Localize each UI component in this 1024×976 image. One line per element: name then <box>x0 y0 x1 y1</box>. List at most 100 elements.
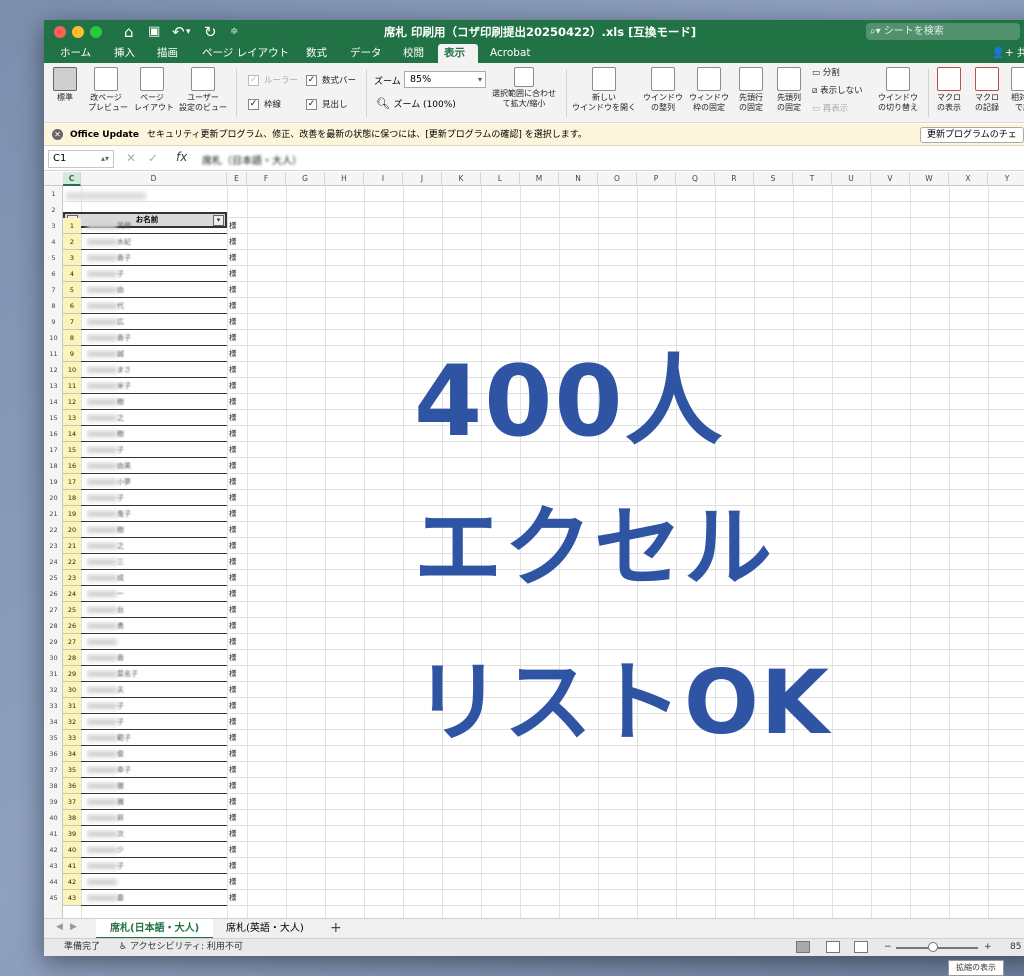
row-header-8[interactable]: 8 <box>44 298 63 314</box>
relative-references-button[interactable]: 相対でで記 <box>1006 67 1024 113</box>
tab-data[interactable]: データ <box>344 44 388 63</box>
column-header-o[interactable]: O <box>598 172 637 186</box>
tab-acrobat[interactable]: Acrobat <box>484 44 537 63</box>
add-sheet-button[interactable]: + <box>330 920 342 936</box>
column-header-p[interactable]: P <box>637 172 676 186</box>
dismiss-icon[interactable]: ✕ <box>52 129 63 140</box>
zoom-window-button[interactable] <box>90 26 102 38</box>
headings-checkbox[interactable]: ✓ 見出し <box>306 99 348 111</box>
row-header-35[interactable]: 35 <box>44 730 63 746</box>
view-macros-button[interactable]: マクロ の表示 <box>932 67 966 113</box>
list-number-cell[interactable]: 24 <box>63 586 81 602</box>
column-header-e[interactable]: E <box>227 172 247 186</box>
row-header-38[interactable]: 38 <box>44 778 63 794</box>
sheet-tab-japanese[interactable]: 席札(日本語・大人) <box>96 919 214 939</box>
row-header-27[interactable]: 27 <box>44 602 63 618</box>
redo-icon[interactable]: ↻ <box>204 22 217 42</box>
row-header-36[interactable]: 36 <box>44 746 63 762</box>
list-name-cell[interactable]: 樹 <box>81 426 227 442</box>
row-header-44[interactable]: 44 <box>44 874 63 890</box>
list-number-cell[interactable]: 38 <box>63 810 81 826</box>
row-header-33[interactable]: 33 <box>44 698 63 714</box>
record-macro-button[interactable]: マクロ の記録 <box>970 67 1004 113</box>
honorific-cell[interactable]: 様 <box>229 410 249 426</box>
normal-view-icon[interactable] <box>796 941 810 953</box>
column-header-s[interactable]: S <box>754 172 793 186</box>
row-header-19[interactable]: 19 <box>44 474 63 490</box>
ruler-checkbox[interactable]: ✓ ルーラー <box>248 75 298 87</box>
list-name-cell[interactable]: 樹 <box>81 522 227 538</box>
row-header-24[interactable]: 24 <box>44 554 63 570</box>
row-header-20[interactable]: 20 <box>44 490 63 506</box>
close-window-button[interactable] <box>54 26 66 38</box>
list-name-cell[interactable]: まさ <box>81 362 227 378</box>
honorific-cell[interactable]: 様 <box>229 650 249 666</box>
formula-input[interactable]: 席札（日本語・大人） <box>202 152 302 167</box>
column-header-i[interactable]: I <box>364 172 403 186</box>
next-sheet-icon[interactable]: ▶ <box>70 922 77 932</box>
zoom-select[interactable]: 85% ▾ <box>404 71 486 88</box>
list-number-cell[interactable]: 41 <box>63 858 81 874</box>
row-header-16[interactable]: 16 <box>44 426 63 442</box>
honorific-cell[interactable]: 様 <box>229 874 249 890</box>
honorific-cell[interactable]: 様 <box>229 458 249 474</box>
list-name-cell[interactable]: 雅 <box>81 794 227 810</box>
list-name-cell[interactable] <box>81 634 227 650</box>
row-header-14[interactable]: 14 <box>44 394 63 410</box>
prev-sheet-icon[interactable]: ◀ <box>56 922 63 932</box>
row-header-9[interactable]: 9 <box>44 314 63 330</box>
honorific-cell[interactable]: 様 <box>229 698 249 714</box>
list-number-cell[interactable]: 20 <box>63 522 81 538</box>
list-name-cell[interactable]: 之 <box>81 538 227 554</box>
arrange-windows-button[interactable]: ウインドウ の整列 <box>642 67 684 113</box>
row-header-1[interactable]: 1 <box>44 186 63 202</box>
list-name-cell[interactable]: 由 <box>81 282 227 298</box>
honorific-cell[interactable]: 様 <box>229 842 249 858</box>
honorific-cell[interactable]: 様 <box>229 602 249 618</box>
page-layout-view-icon[interactable] <box>826 941 840 953</box>
zoom-slider-knob[interactable] <box>928 942 938 952</box>
list-number-cell[interactable]: 11 <box>63 378 81 394</box>
row-header-26[interactable]: 26 <box>44 586 63 602</box>
honorific-cell[interactable]: 様 <box>229 570 249 586</box>
cancel-icon[interactable]: ✕ <box>126 151 136 165</box>
unhide-window-button[interactable]: ▭ 再表示 <box>812 103 848 115</box>
row-header-13[interactable]: 13 <box>44 378 63 394</box>
column-header-r[interactable]: R <box>715 172 754 186</box>
column-header-w[interactable]: W <box>910 172 949 186</box>
tab-page-layout[interactable]: ページ レイアウト <box>196 44 295 63</box>
list-number-cell[interactable]: 29 <box>63 666 81 682</box>
minimize-window-button[interactable] <box>72 26 84 38</box>
tab-view[interactable]: 表示 <box>438 44 478 63</box>
list-name-cell[interactable] <box>81 874 227 890</box>
row-header-4[interactable]: 4 <box>44 234 63 250</box>
list-name-cell[interactable]: 昇 <box>81 810 227 826</box>
honorific-cell[interactable]: 様 <box>229 506 249 522</box>
column-header-n[interactable]: N <box>559 172 598 186</box>
enter-icon[interactable]: ✓ <box>148 151 158 165</box>
list-name-cell[interactable]: 子 <box>81 490 227 506</box>
list-number-cell[interactable]: 37 <box>63 794 81 810</box>
honorific-cell[interactable]: 様 <box>229 618 249 634</box>
honorific-cell[interactable]: 様 <box>229 314 249 330</box>
honorific-cell[interactable]: 様 <box>229 794 249 810</box>
list-name-cell[interactable]: 亜 <box>81 890 227 906</box>
row-header-12[interactable]: 12 <box>44 362 63 378</box>
honorific-cell[interactable]: 様 <box>229 346 249 362</box>
name-box[interactable]: C1 ▴▾ <box>48 150 114 168</box>
list-number-cell[interactable]: 7 <box>63 314 81 330</box>
tab-formulas[interactable]: 数式 <box>300 44 333 63</box>
honorific-cell[interactable]: 様 <box>229 250 249 266</box>
insert-function-icon[interactable]: fx <box>176 150 187 164</box>
new-window-button[interactable]: 新しい ウインドウを開く <box>572 67 636 113</box>
list-name-cell[interactable]: 香子 <box>81 250 227 266</box>
row-header-21[interactable]: 21 <box>44 506 63 522</box>
list-number-cell[interactable]: 43 <box>63 890 81 906</box>
list-name-cell[interactable]: ー <box>81 586 227 602</box>
honorific-cell[interactable]: 様 <box>229 554 249 570</box>
row-header-3[interactable]: 3 <box>44 218 63 234</box>
honorific-cell[interactable]: 様 <box>229 538 249 554</box>
list-name-cell[interactable]: 台 <box>81 602 227 618</box>
row-header-7[interactable]: 7 <box>44 282 63 298</box>
list-number-cell[interactable]: 16 <box>63 458 81 474</box>
